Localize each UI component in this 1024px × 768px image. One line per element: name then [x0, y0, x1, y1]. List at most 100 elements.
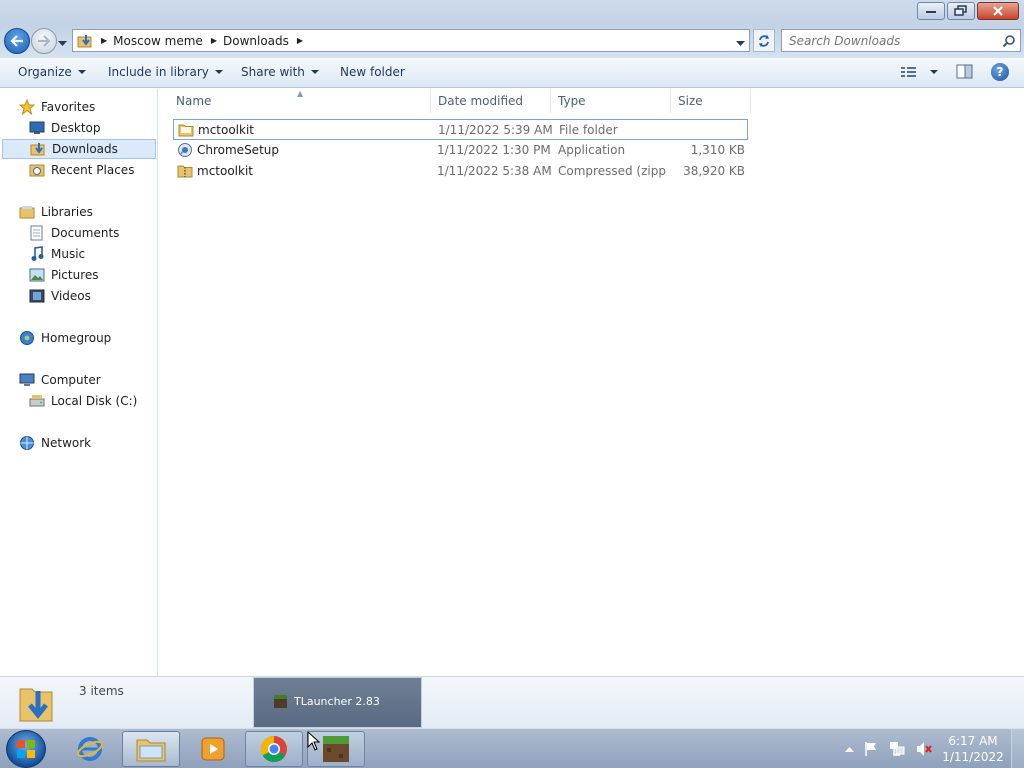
- details-pane: 3 items: [0, 676, 1024, 728]
- recent-pages-button[interactable]: [58, 36, 67, 50]
- downloads-folder-icon: [29, 141, 47, 157]
- window-controls: [915, 2, 1019, 20]
- nav-documents[interactable]: Documents: [28, 223, 119, 243]
- column-header-type[interactable]: Type: [551, 89, 671, 113]
- nav-homegroup[interactable]: Homegroup: [18, 328, 111, 348]
- address-dropdown-button[interactable]: [736, 36, 745, 50]
- nav-videos-label: Videos: [51, 289, 91, 303]
- share-with-menu[interactable]: Share with: [241, 65, 319, 79]
- organize-menu[interactable]: Organize: [18, 65, 86, 79]
- nav-computer[interactable]: Computer: [18, 370, 101, 390]
- help-icon: ?: [996, 65, 1004, 79]
- nav-network[interactable]: Network: [18, 433, 91, 453]
- system-clock[interactable]: 6:17 AM 1/11/2022: [938, 733, 1008, 765]
- pictures-icon: [28, 267, 46, 283]
- nav-recent-places[interactable]: Recent Places: [28, 160, 134, 180]
- file-size: 38,920 KB: [683, 164, 745, 178]
- nav-pictures[interactable]: Pictures: [28, 265, 99, 285]
- system-tray: [845, 741, 942, 757]
- star-icon: [18, 99, 36, 115]
- taskbar-chrome[interactable]: [245, 731, 303, 767]
- column-header-name[interactable]: Name ▲: [159, 89, 431, 113]
- file-list: Name ▲ Date modified Type Size mctoolkit…: [159, 89, 1024, 676]
- nav-videos[interactable]: Videos: [28, 286, 91, 306]
- nav-music[interactable]: Music: [28, 244, 85, 264]
- action-center-flag-icon[interactable]: [863, 741, 879, 757]
- taskbar-internet-explorer[interactable]: [61, 731, 119, 767]
- show-hidden-icons-button[interactable]: [845, 746, 854, 752]
- navigation-pane: Favorites Desktop Downloads Recent Place…: [0, 89, 158, 676]
- breadcrumb-downloads[interactable]: Downloads: [223, 34, 289, 48]
- file-row[interactable]: mctoolkit 1/11/2022 5:38 AM Compressed (…: [173, 161, 748, 182]
- nav-libraries-label: Libraries: [41, 205, 93, 219]
- refresh-icon: [759, 34, 769, 47]
- taskbar-windows-explorer[interactable]: [122, 731, 180, 767]
- nav-documents-label: Documents: [51, 226, 120, 240]
- nav-local-disk[interactable]: Local Disk (C:): [28, 391, 137, 411]
- nav-desktop[interactable]: Desktop: [28, 118, 101, 138]
- file-size: 1,310 KB: [690, 143, 745, 157]
- forward-button[interactable]: [31, 28, 57, 54]
- refresh-button[interactable]: [753, 29, 775, 52]
- minimize-button[interactable]: [917, 2, 945, 20]
- close-button[interactable]: [977, 2, 1019, 20]
- file-name: ChromeSetup: [197, 143, 279, 157]
- taskbar-thumbnail-preview[interactable]: TLauncher 2.83: [253, 677, 422, 728]
- breadcrumb-separator[interactable]: ▶: [297, 36, 303, 45]
- taskbar-media-player[interactable]: [184, 731, 242, 767]
- preview-pane-icon: [956, 64, 973, 79]
- nav-homegroup-label: Homegroup: [41, 331, 112, 345]
- file-row[interactable]: mctoolkit 1/11/2022 5:39 AM File folder: [173, 119, 748, 140]
- show-desktop-button[interactable]: [1011, 729, 1024, 768]
- column-header-date[interactable]: Date modified: [431, 89, 551, 113]
- media-player-icon: [201, 737, 225, 761]
- new-folder-button[interactable]: New folder: [340, 65, 405, 79]
- nav-downloads-label: Downloads: [52, 142, 118, 156]
- folder-icon: [136, 739, 166, 762]
- breadcrumb-separator[interactable]: ▶: [101, 36, 107, 45]
- search-box[interactable]: [781, 29, 1021, 52]
- back-button[interactable]: [4, 28, 30, 54]
- column-header-size[interactable]: Size: [671, 89, 751, 113]
- help-button[interactable]: ?: [991, 63, 1009, 81]
- file-row[interactable]: ChromeSetup 1/11/2022 1:30 PM Applicatio…: [173, 140, 748, 161]
- volume-muted-icon[interactable]: [915, 741, 933, 757]
- chevron-down-icon: [77, 70, 86, 74]
- breadcrumb-moscow-meme[interactable]: Moscow meme: [113, 34, 203, 48]
- chevron-down-icon: [214, 70, 223, 74]
- chrome-icon: [260, 735, 287, 763]
- clock-date: 1/11/2022: [942, 750, 1004, 764]
- preview-pane-button[interactable]: [956, 64, 974, 83]
- breadcrumb-separator[interactable]: ▶: [211, 36, 217, 45]
- nav-favorites[interactable]: Favorites: [18, 97, 95, 117]
- chevron-down-icon: [310, 70, 319, 74]
- title-bar: [0, 0, 1024, 26]
- chevron-down-icon[interactable]: [930, 70, 938, 74]
- change-view-button[interactable]: [900, 65, 938, 79]
- sort-ascending-icon: ▲: [297, 89, 304, 98]
- mouse-pointer-icon: [307, 731, 321, 751]
- thumbnail-title: TLauncher 2.83: [294, 695, 380, 708]
- address-bar[interactable]: ▶ Moscow meme ▶ Downloads ▶: [72, 29, 750, 52]
- include-in-library-menu[interactable]: Include in library: [108, 65, 223, 79]
- start-button[interactable]: [6, 730, 46, 768]
- include-in-library-label: Include in library: [108, 65, 209, 79]
- taskbar: 6:17 AM 1/11/2022: [0, 728, 1024, 768]
- chevron-down-icon: [736, 41, 745, 46]
- nav-libraries[interactable]: Libraries: [18, 202, 93, 222]
- column-type-label: Type: [558, 94, 586, 108]
- videos-icon: [28, 288, 46, 304]
- search-icon[interactable]: [1002, 34, 1016, 51]
- file-name: mctoolkit: [198, 123, 254, 137]
- search-input[interactable]: [782, 30, 992, 51]
- nav-downloads[interactable]: Downloads: [2, 139, 156, 159]
- file-name: mctoolkit: [197, 164, 253, 178]
- network-icon: [18, 435, 36, 451]
- address-row: ▶ Moscow meme ▶ Downloads ▶: [0, 26, 1024, 58]
- item-count: 3 items: [79, 684, 124, 698]
- network-icon[interactable]: [888, 741, 906, 757]
- documents-icon: [28, 225, 46, 241]
- restore-button[interactable]: [947, 2, 975, 20]
- command-bar: Organize Include in library Share with N…: [0, 58, 1024, 88]
- installer-icon: [177, 142, 193, 161]
